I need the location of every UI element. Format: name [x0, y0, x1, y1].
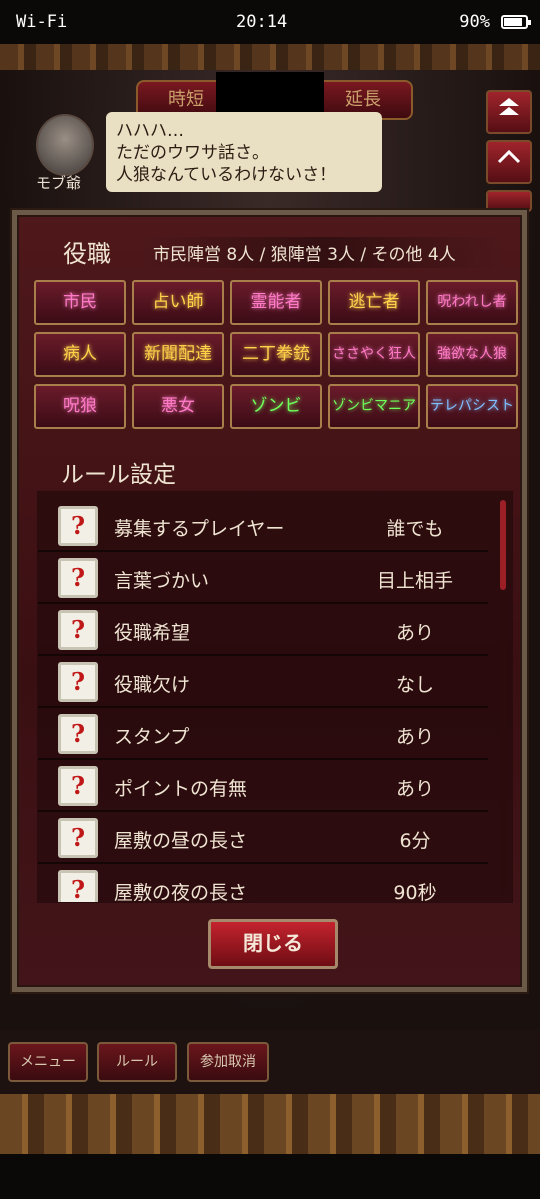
help-icon[interactable]: ? [58, 818, 98, 858]
role-chip[interactable]: ゾンビ [230, 384, 322, 429]
rule-label: 屋敷の昼の長さ [114, 830, 248, 852]
rule-row: ? 役職欠け なし [38, 656, 488, 708]
rule-row: ? 屋敷の昼の長さ 6分 [38, 812, 488, 864]
chevron-up-icon [497, 149, 521, 164]
role-chip[interactable]: 新聞配達 [132, 332, 224, 377]
rule-row: ? 言葉づかい 目上相手 [38, 552, 488, 604]
rule-value: あり [395, 726, 434, 748]
speaker-name: モブ爺 [36, 174, 82, 192]
rule-label: 募集するプレイヤー [114, 518, 285, 540]
speech-line: 人狼なんているわけないさ！ [116, 165, 337, 185]
rule-label: ポイントの有無 [114, 778, 248, 800]
role-chip[interactable]: 占い師 [132, 280, 224, 325]
rule-value: あり [395, 622, 434, 644]
rule-label: 役職希望 [114, 622, 191, 644]
roles-grid: 市民 占い師 霊能者 逃亡者 呪われし者病人 新聞配達 二丁拳銃 ささやく狂人 強欲な人狼呪狼悪… [34, 280, 518, 429]
role-chip[interactable]: 強欲な人狼 [426, 332, 518, 377]
bottom-ornament [0, 1094, 540, 1154]
role-chip[interactable]: 病人 [34, 332, 126, 377]
role-chip[interactable]: 霊能者 [230, 280, 322, 325]
scroll-up-button[interactable] [486, 140, 532, 184]
avatar[interactable] [36, 114, 94, 176]
speech-line: ハハハ… [116, 121, 184, 141]
help-icon[interactable]: ? [58, 662, 98, 702]
double-chevron-up-icon [499, 98, 519, 115]
help-icon[interactable]: ? [58, 558, 98, 598]
role-chip[interactable]: テレパシスト [426, 384, 518, 429]
rule-value: 目上相手 [376, 570, 453, 592]
speech-line: ただのウワサ話さ。 [116, 143, 269, 163]
cancel-join-button[interactable]: 参加取消 [187, 1042, 269, 1082]
rule-label: 役職欠け [114, 674, 191, 696]
network-label: Wi-Fi [16, 12, 68, 32]
help-icon[interactable]: ? [58, 610, 98, 650]
help-icon[interactable]: ? [58, 506, 98, 546]
scrollbar[interactable] [500, 500, 506, 892]
scrollbar-thumb[interactable] [500, 500, 506, 590]
scroll-top-button[interactable] [486, 90, 532, 134]
status-bar: Wi-Fi 20:14 90% [0, 0, 540, 44]
system-nav-bar [0, 1154, 540, 1199]
rule-value: なし [395, 674, 434, 696]
rule-label: 屋敷の夜の長さ [114, 882, 248, 903]
role-chip[interactable]: ささやく狂人 [328, 332, 420, 377]
role-chip[interactable]: 悪女 [132, 384, 224, 429]
roles-title: 役職 [63, 240, 111, 268]
rules-button[interactable]: ルール [97, 1042, 177, 1082]
role-chip[interactable]: 呪われし者 [426, 280, 518, 325]
rule-value: 誰でも [386, 518, 444, 540]
rule-row: ? スタンプ あり [38, 708, 488, 760]
roles-summary: 市民陣営 8人 / 狼陣営 3人 / その他 4人 [141, 237, 505, 268]
close-button[interactable]: 閉じる [208, 919, 338, 969]
role-chip[interactable]: 二丁拳銃 [230, 332, 322, 377]
speech-bubble: ハハハ… ただのウワサ話さ。 人狼なんているわけないさ！ [106, 112, 382, 192]
rule-label: スタンプ [114, 726, 190, 748]
rule-row: ? 募集するプレイヤー 誰でも [38, 500, 488, 552]
scroll-down-button[interactable] [486, 190, 532, 212]
rules-list[interactable]: ? 募集するプレイヤー 誰でも? 言葉づかい 目上相手? 役職希望 あり? 役職欠け なし? スタ… [37, 491, 513, 903]
rule-row: ? ポイントの有無 あり [38, 760, 488, 812]
help-icon[interactable]: ? [58, 766, 98, 806]
rule-row: ? 屋敷の夜の長さ 90秒 [38, 864, 488, 903]
role-chip[interactable]: 市民 [34, 280, 126, 325]
clock: 20:14 [236, 12, 288, 32]
rule-label: 言葉づかい [114, 570, 210, 592]
role-chip[interactable]: ゾンビマニア [328, 384, 420, 429]
rules-title: ルール設定 [61, 462, 176, 488]
rule-value: 6分 [399, 830, 431, 852]
role-chip[interactable]: 逃亡者 [328, 280, 420, 325]
rule-value: あり [395, 778, 434, 800]
top-ornament [0, 44, 540, 70]
rule-value: 90秒 [393, 882, 437, 903]
rules-modal: 役職 市民陣営 8人 / 狼陣営 3人 / その他 4人 市民 占い師 霊能者 逃亡者… [12, 210, 527, 992]
battery-percent: 90% [459, 12, 490, 32]
help-icon[interactable]: ? [58, 870, 98, 902]
rule-row: ? 役職希望 あり [38, 604, 488, 656]
battery-icon [501, 15, 531, 29]
menu-button[interactable]: メニュー [8, 1042, 88, 1082]
help-icon[interactable]: ? [58, 714, 98, 754]
role-chip[interactable]: 呪狼 [34, 384, 126, 429]
